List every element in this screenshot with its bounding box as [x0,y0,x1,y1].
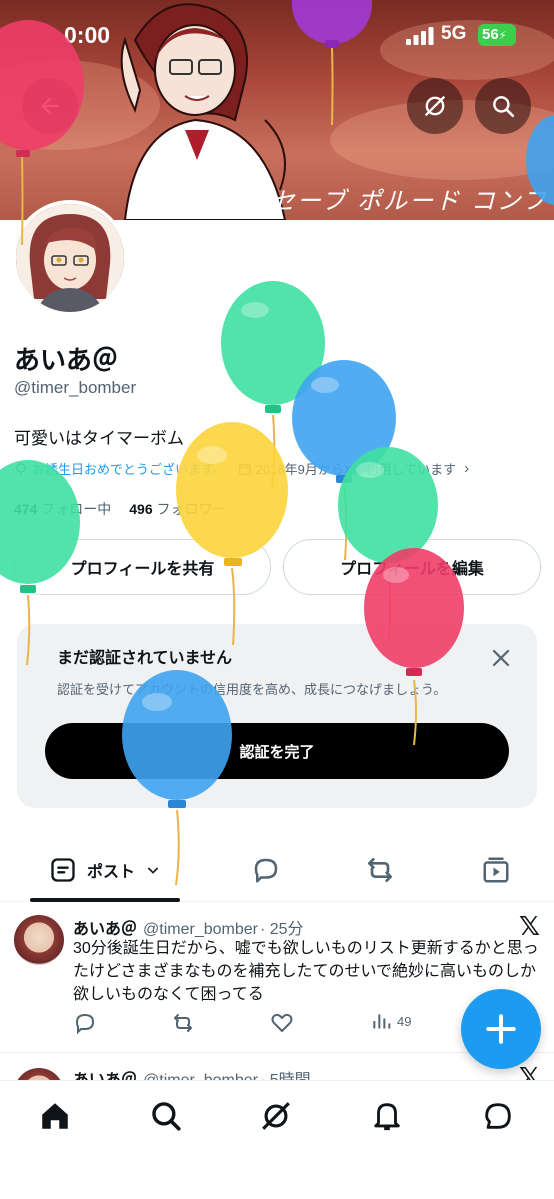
avatar-illustration [16,204,124,312]
views-count: 49 [397,1013,412,1029]
battery-level: 56 [482,26,499,43]
profile-avatar[interactable] [12,200,128,316]
plus-icon [486,1014,516,1044]
bottom-navigation [0,1080,554,1199]
charging-icon: ⚡ [498,30,507,42]
verification-title: まだ認証されていません [57,650,233,667]
followers-link[interactable]: 496 フォロワー [129,499,226,519]
verification-description: 認証を受けてアカウントの信用度を高め、成長につなげましょう。 [57,682,447,697]
network-type: 5G [441,23,467,44]
chevron-down-icon[interactable] [145,862,161,878]
tab-indicator [30,898,180,902]
profile-bio: 可愛いはタイマーボム [14,429,184,448]
balloon-icon [16,462,26,475]
status-bar: 0:00 5G 56⚡ [0,0,554,70]
follow-stats: 474 フォロー中 496 フォロワー [14,499,227,519]
search-icon [493,96,515,118]
following-label: フォロー中 [41,501,112,517]
grok-button[interactable] [407,78,463,134]
profile-meta: お誘生日おめでとうございます。 2016年9月からXを利用しています › [14,459,469,478]
edit-profile-button[interactable]: プロフィールを編集 [283,539,541,595]
back-button[interactable] [22,78,78,134]
home-icon[interactable] [38,1099,72,1133]
battery-indicator: 56⚡ [478,24,516,46]
search-button[interactable] [475,78,531,134]
media-icon [483,857,509,883]
tab-posts[interactable]: ポスト [30,838,180,902]
post-text: 30分後誕生日だから、嘘でも欲しいものリスト更新するかと思ったけどさまざまなもの… [73,940,539,1003]
back-arrow-icon [41,97,59,115]
banner-text: セーブ ポルード コンフ [270,187,548,215]
calendar-icon [238,463,251,475]
following-link[interactable]: 474 フォロー中 [14,499,111,519]
like-button[interactable] [270,1011,294,1035]
tab-replies[interactable] [236,838,296,902]
tab-reposts[interactable] [350,838,410,902]
post-author-name[interactable]: あいあ＠ [73,921,137,938]
post-author-handle: @timer_bomber [143,921,258,938]
repost-icon [174,1014,192,1032]
chevron-right-icon[interactable]: › [464,460,469,477]
post-actions: 49 [73,1011,433,1041]
close-icon[interactable] [489,646,513,670]
search-icon[interactable] [149,1099,183,1133]
reply-button[interactable] [73,1011,97,1035]
status-time: 0:00 [64,22,111,48]
signal-icon [406,27,434,45]
compose-post-button[interactable] [461,989,541,1069]
post-header: あいあ＠ @timer_bomber · 25分 [73,915,304,939]
posts-icon [51,858,75,882]
following-count: 474 [14,501,38,517]
user-handle: @timer_bomber [14,378,137,397]
reply-icon [254,858,278,883]
reply-icon [75,1013,95,1035]
repost-icon [368,858,392,882]
heart-icon [271,1013,293,1032]
views-button[interactable]: 49 [371,1011,411,1031]
joined-date: 2016年9月からXを利用しています [255,462,457,477]
grok-icon [424,95,446,117]
balloon-yellow [176,422,288,646]
share-profile-button[interactable]: プロフィールを共有 [14,539,271,595]
views-icon [373,1014,391,1029]
repost-button[interactable] [171,1011,195,1035]
followers-count: 496 [129,501,153,517]
verification-card: まだ認証されていません 認証を受けてアカウントの信用度を高め、成長につなげましょ… [17,624,537,808]
complete-verification-button[interactable]: 認証を完了 [45,723,509,779]
grok-icon[interactable] [259,1099,293,1133]
post-avatar[interactable] [14,915,64,965]
birthday-link[interactable]: お誘生日おめでとうございます。 [32,459,226,478]
post-time: · 25分 [259,921,304,938]
tab-media[interactable] [466,838,526,902]
followers-label: フォロワー [156,501,227,517]
messages-icon[interactable] [481,1099,515,1133]
profile-tabs: ポスト [0,838,554,902]
display-name: あいあ＠ [14,345,119,375]
tab-posts-label: ポスト [86,864,135,881]
notifications-icon[interactable] [370,1099,404,1133]
